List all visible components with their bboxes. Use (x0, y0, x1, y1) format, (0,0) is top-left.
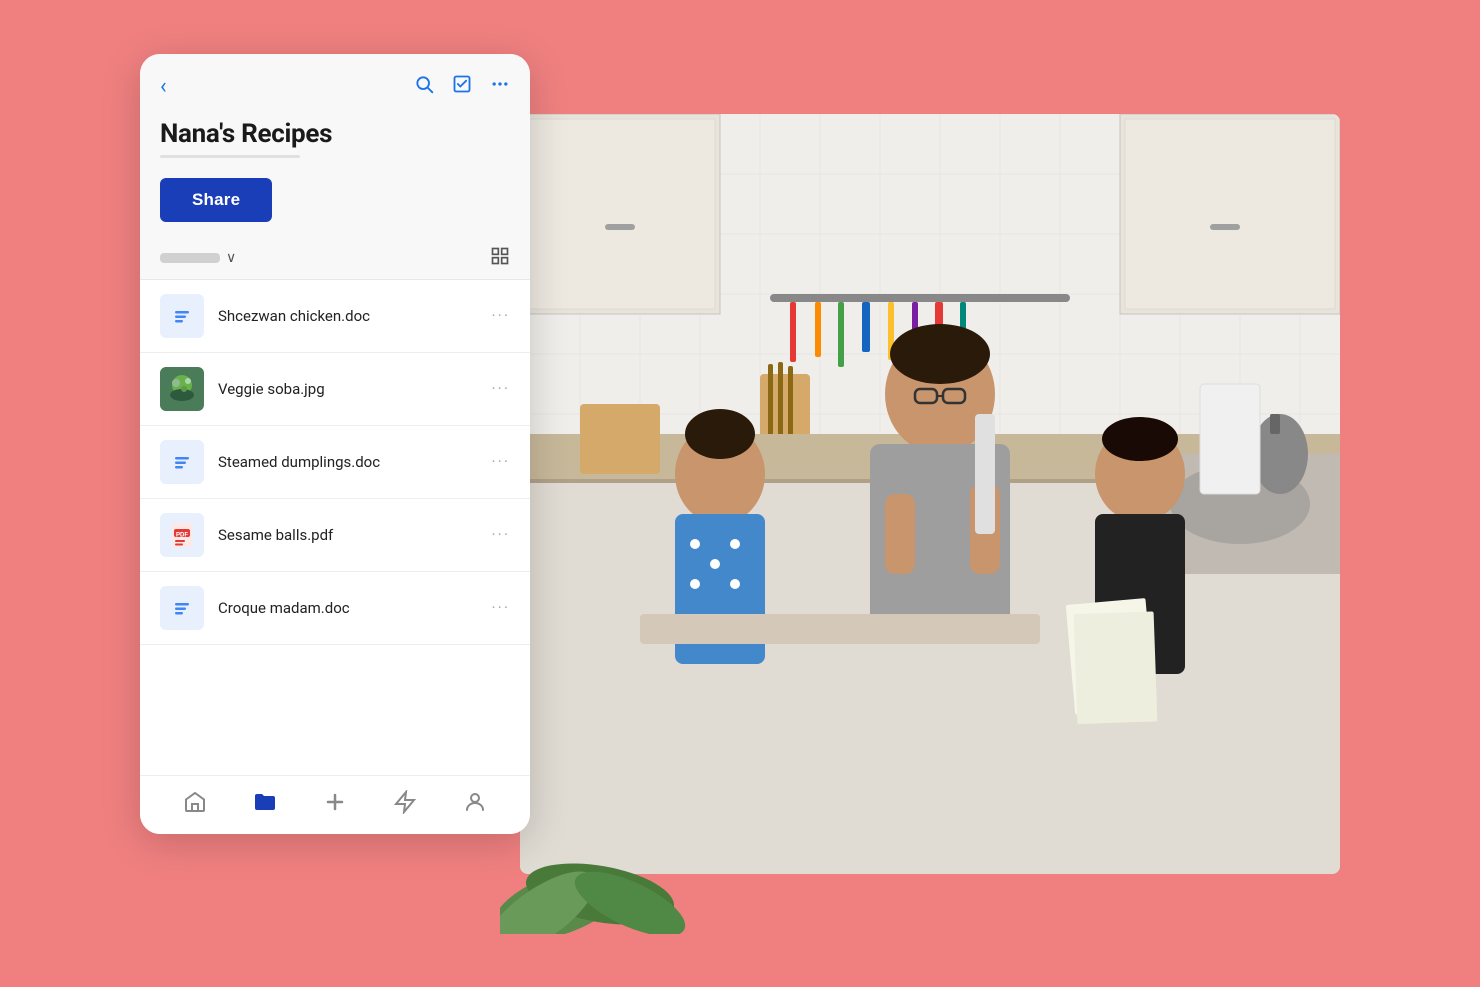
search-icon[interactable] (414, 74, 434, 99)
nav-profile[interactable] (463, 790, 487, 814)
sort-control[interactable]: ∨ (160, 250, 236, 266)
file-more-options[interactable]: ··· (491, 525, 510, 544)
svg-text:PDF: PDF (176, 532, 188, 538)
file-item[interactable]: Croque madam.doc ··· (140, 572, 530, 645)
file-list: Shcezwan chicken.doc ··· (140, 280, 530, 775)
file-name: Shcezwan chicken.doc (218, 307, 491, 325)
share-button[interactable]: Share (160, 178, 272, 222)
title-area: Nana's Recipes (140, 107, 530, 166)
nav-add[interactable] (323, 790, 347, 814)
bottom-nav (140, 775, 530, 834)
main-scene: ‹ (140, 54, 1340, 934)
nav-home[interactable] (183, 790, 207, 814)
file-item[interactable]: Veggie soba.jpg ··· (140, 353, 530, 426)
sort-bar (160, 253, 220, 263)
plant-decoration (500, 774, 700, 934)
file-name: Croque madam.doc (218, 599, 491, 617)
header-icons (414, 74, 510, 99)
kitchen-photo (520, 114, 1340, 874)
share-section: Share (140, 166, 530, 238)
file-name: Veggie soba.jpg (218, 380, 491, 398)
grid-view-icon[interactable] (490, 246, 510, 271)
file-name: Sesame balls.pdf (218, 526, 491, 544)
folder-title: Nana's Recipes (160, 119, 510, 149)
nav-files[interactable] (253, 790, 277, 814)
file-icon-img (160, 367, 204, 411)
file-item[interactable]: Steamed dumplings.doc ··· (140, 426, 530, 499)
file-item[interactable]: Shcezwan chicken.doc ··· (140, 280, 530, 353)
phone-header: ‹ (140, 54, 530, 107)
file-more-options[interactable]: ··· (491, 306, 510, 325)
phone-card: ‹ (140, 54, 530, 834)
nav-activity[interactable] (393, 790, 417, 814)
file-icon-doc (160, 586, 204, 630)
sort-chevron-icon: ∨ (226, 250, 236, 266)
file-more-options[interactable]: ··· (491, 598, 510, 617)
file-icon-pdf: PDF (160, 513, 204, 557)
veggie-thumbnail (160, 367, 204, 411)
file-icon-doc (160, 440, 204, 484)
check-select-icon[interactable] (452, 74, 472, 99)
file-more-options[interactable]: ··· (491, 452, 510, 471)
back-button[interactable]: ‹ (160, 74, 167, 99)
file-more-options[interactable]: ··· (491, 379, 510, 398)
file-item[interactable]: PDF Sesame balls.pdf ··· (140, 499, 530, 572)
toolbar-row: ∨ (140, 238, 530, 280)
file-icon-doc (160, 294, 204, 338)
title-underline (160, 155, 300, 158)
file-name: Steamed dumplings.doc (218, 453, 491, 471)
more-options-icon[interactable] (490, 74, 510, 99)
